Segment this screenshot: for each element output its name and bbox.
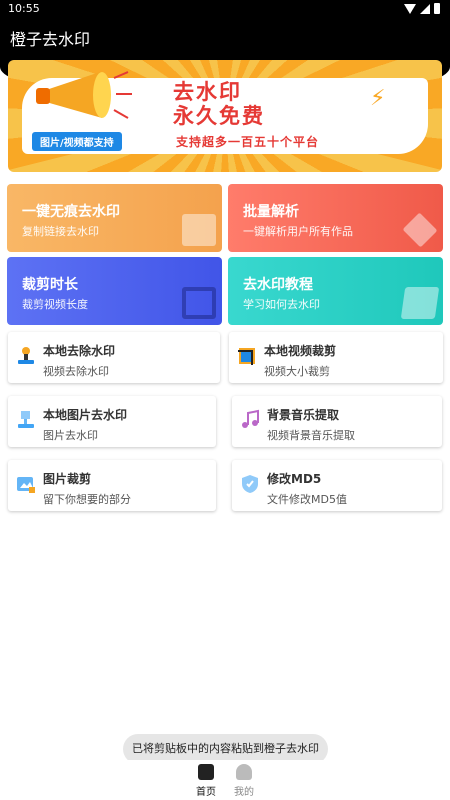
bottom-nav: 首页 我的 — [0, 760, 450, 800]
tool-subtitle: 图片去水印 — [43, 429, 98, 442]
layers-icon — [402, 212, 438, 248]
card-trim-duration[interactable]: 裁剪时长 裁剪视频长度 — [7, 257, 222, 325]
nav-mine[interactable]: 我的 — [224, 764, 264, 798]
video-crop-icon — [238, 348, 255, 365]
app-bar: 橙子去水印 — [0, 18, 450, 102]
tool-image-crop[interactable]: 图片裁剪 留下你想要的部分 — [8, 460, 216, 511]
banner-headline-2: 永久免费 — [173, 104, 265, 128]
crop-icon — [182, 287, 216, 319]
battery-icon — [434, 3, 440, 14]
tool-subtitle: 留下你想要的部分 — [43, 493, 131, 506]
card-remove-watermark[interactable]: 一键无痕去水印 复制链接去水印 — [7, 184, 222, 252]
tool-title: 修改MD5 — [267, 472, 322, 486]
lightning-icon: ⚡ — [370, 86, 386, 111]
card-batch-parse[interactable]: 批量解析 一键解析用户所有作品 — [228, 184, 443, 252]
wifi-icon — [404, 3, 416, 14]
shield-icon — [242, 475, 258, 493]
tool-local-image-watermark[interactable]: 本地图片去水印 图片去水印 — [8, 396, 216, 447]
nav-mine-label: 我的 — [234, 787, 254, 798]
tool-bgm-extract[interactable]: 背景音乐提取 视频背景音乐提取 — [232, 396, 442, 447]
tool-subtitle: 视频大小裁剪 — [264, 365, 330, 378]
status-bar: 10:55 — [0, 0, 450, 18]
music-notes-icon — [242, 409, 259, 428]
banner-tag: 图片/视频都支持 — [32, 132, 122, 151]
tool-subtitle: 视频背景音乐提取 — [267, 429, 355, 442]
card-subtitle: 一键解析用户所有作品 — [243, 225, 353, 238]
image-stamp-icon — [18, 411, 34, 428]
card-subtitle: 复制链接去水印 — [22, 225, 99, 238]
tool-local-remove-watermark[interactable]: 本地去除水印 视频去除水印 — [8, 332, 220, 383]
tool-subtitle: 视频去除水印 — [43, 365, 109, 378]
promo-banner[interactable]: 图片/视频都支持 去水印 永久免费 支持超多一百五十个平台 ⚡ — [8, 60, 442, 172]
page-title: 橙子去水印 — [10, 30, 91, 49]
tool-title: 本地去除水印 — [43, 344, 116, 358]
user-icon — [236, 764, 252, 780]
megaphone-icon — [36, 71, 132, 119]
stamp-icon — [18, 347, 34, 364]
tool-subtitle: 文件修改MD5值 — [267, 493, 347, 506]
nav-home[interactable]: 首页 — [186, 764, 226, 798]
signal-icon — [420, 3, 430, 14]
card-tutorial[interactable]: 去水印教程 学习如何去水印 — [228, 257, 443, 325]
tool-title: 图片裁剪 — [43, 472, 92, 486]
tool-local-video-crop[interactable]: 本地视频裁剪 视频大小裁剪 — [229, 332, 443, 383]
tool-title: 本地图片去水印 — [43, 408, 128, 422]
tool-title: 背景音乐提取 — [267, 408, 340, 422]
book-icon — [400, 287, 440, 319]
card-subtitle: 学习如何去水印 — [243, 298, 320, 311]
banner-subtitle: 支持超多一百五十个平台 — [176, 135, 320, 149]
status-time: 10:55 — [8, 2, 40, 15]
card-title: 一键无痕去水印 — [22, 204, 120, 220]
clapperboard-icon — [182, 214, 216, 246]
tool-modify-md5[interactable]: 修改MD5 文件修改MD5值 — [232, 460, 442, 511]
banner-headline-1: 去水印 — [173, 80, 242, 104]
card-title: 去水印教程 — [243, 277, 313, 293]
card-title: 裁剪时长 — [22, 277, 78, 293]
image-crop-icon — [17, 477, 35, 493]
tool-title: 本地视频裁剪 — [264, 344, 337, 358]
card-title: 批量解析 — [243, 204, 299, 220]
card-subtitle: 裁剪视频长度 — [22, 298, 88, 311]
nav-home-label: 首页 — [196, 787, 216, 798]
home-icon — [198, 764, 214, 780]
